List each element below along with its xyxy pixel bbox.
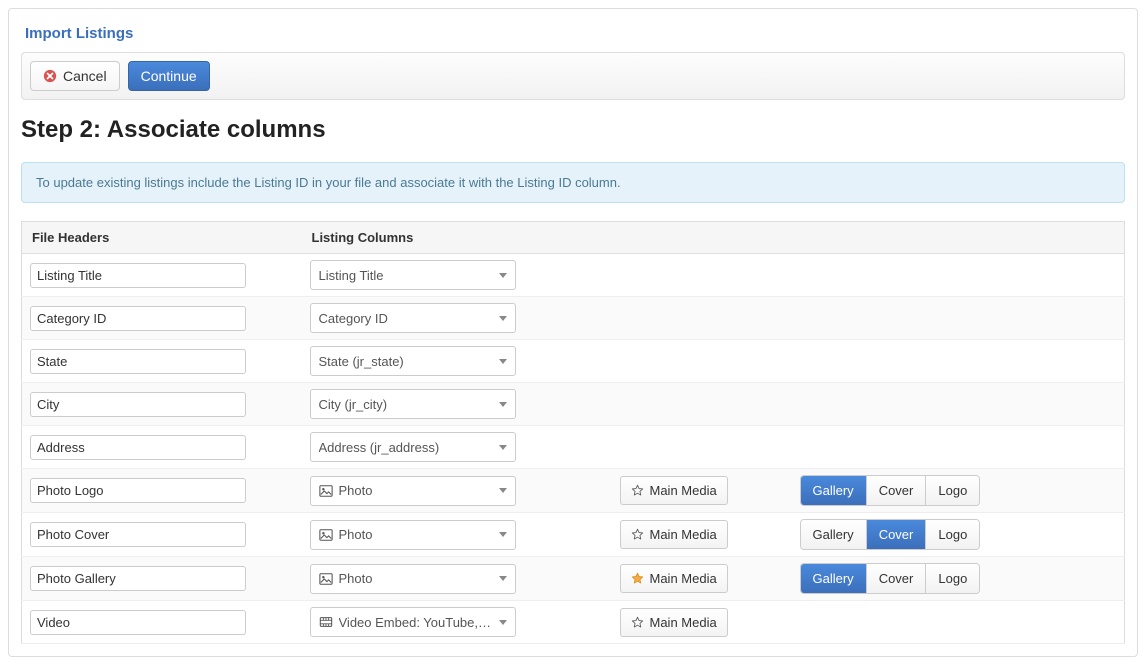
main-media-toggle[interactable]: Main Media (620, 564, 728, 593)
star-icon (631, 484, 644, 497)
media-type-logo[interactable]: Logo (926, 564, 979, 593)
chevron-down-icon (499, 488, 507, 493)
chevron-down-icon (499, 402, 507, 407)
cancel-label: Cancel (63, 68, 107, 84)
image-icon (319, 528, 333, 542)
listing-column-select[interactable]: City (jr_city) (310, 389, 516, 419)
listing-column-label: Photo (339, 571, 493, 586)
listing-column-label: State (jr_state) (319, 354, 493, 369)
listing-column-label: Category ID (319, 311, 493, 326)
table-row: Category ID (22, 297, 1125, 340)
chevron-down-icon (499, 576, 507, 581)
table-row: State (jr_state) (22, 340, 1125, 383)
step-heading: Step 2: Associate columns (21, 116, 1125, 144)
chevron-down-icon (499, 445, 507, 450)
listing-column-label: Address (jr_address) (319, 440, 493, 455)
cancel-button[interactable]: Cancel (30, 61, 120, 91)
file-header-input[interactable] (30, 263, 246, 288)
media-type-logo[interactable]: Logo (926, 476, 979, 505)
main-media-toggle[interactable]: Main Media (620, 608, 728, 637)
media-type-cover[interactable]: Cover (867, 564, 927, 593)
table-row: Photo Main Media GalleryCoverLogo (22, 469, 1125, 513)
star-icon (631, 616, 644, 629)
listing-column-label: Video Embed: YouTube, … (339, 615, 493, 630)
media-type-segment: GalleryCoverLogo (800, 475, 981, 506)
file-header-input[interactable] (30, 392, 246, 417)
chevron-down-icon (499, 532, 507, 537)
listing-column-select[interactable]: Category ID (310, 303, 516, 333)
media-type-segment: GalleryCoverLogo (800, 519, 981, 550)
video-icon (319, 615, 333, 629)
media-type-gallery[interactable]: Gallery (801, 564, 867, 593)
media-type-segment: GalleryCoverLogo (800, 563, 981, 594)
media-type-cover[interactable]: Cover (867, 476, 927, 505)
file-header-input[interactable] (30, 478, 246, 503)
file-header-input[interactable] (30, 306, 246, 331)
chevron-down-icon (499, 620, 507, 625)
table-row: Video Embed: YouTube, … Main Media (22, 601, 1125, 644)
listing-column-label: City (jr_city) (319, 397, 493, 412)
page-title[interactable]: Import Listings (25, 25, 1125, 42)
listing-column-label: Photo (339, 527, 493, 542)
star-icon (631, 528, 644, 541)
table-row: Photo Main Media GalleryCoverLogo (22, 557, 1125, 601)
chevron-down-icon (499, 273, 507, 278)
main-media-label: Main Media (650, 527, 717, 542)
listing-column-select[interactable]: Video Embed: YouTube, … (310, 607, 516, 637)
main-media-label: Main Media (650, 571, 717, 586)
main-media-label: Main Media (650, 615, 717, 630)
table-row: Listing Title (22, 254, 1125, 297)
main-media-toggle[interactable]: Main Media (620, 520, 728, 549)
th-type (792, 222, 1125, 254)
table-row: Photo Main Media GalleryCoverLogo (22, 513, 1125, 557)
media-type-gallery[interactable]: Gallery (801, 476, 867, 505)
main-media-toggle[interactable]: Main Media (620, 476, 728, 505)
file-header-input[interactable] (30, 610, 246, 635)
th-media (612, 222, 792, 254)
th-listing-columns: Listing Columns (302, 222, 612, 254)
star-icon (631, 572, 644, 585)
chevron-down-icon (499, 316, 507, 321)
th-file-headers: File Headers (22, 222, 302, 254)
table-row: Address (jr_address) (22, 426, 1125, 469)
table-row: City (jr_city) (22, 383, 1125, 426)
media-type-gallery[interactable]: Gallery (801, 520, 867, 549)
listing-column-select[interactable]: Address (jr_address) (310, 432, 516, 462)
listing-column-label: Photo (339, 483, 493, 498)
listing-column-select[interactable]: Photo (310, 476, 516, 506)
info-alert: To update existing listings include the … (21, 162, 1125, 203)
listing-column-select[interactable]: Photo (310, 520, 516, 550)
main-media-label: Main Media (650, 483, 717, 498)
listing-column-select[interactable]: State (jr_state) (310, 346, 516, 376)
continue-button[interactable]: Continue (128, 61, 210, 91)
image-icon (319, 572, 333, 586)
media-type-cover[interactable]: Cover (867, 520, 927, 549)
file-header-input[interactable] (30, 566, 246, 591)
media-type-logo[interactable]: Logo (926, 520, 979, 549)
chevron-down-icon (499, 359, 507, 364)
cancel-icon (43, 69, 57, 83)
file-header-input[interactable] (30, 435, 246, 460)
listing-column-select[interactable]: Listing Title (310, 260, 516, 290)
file-header-input[interactable] (30, 349, 246, 374)
continue-label: Continue (141, 68, 197, 84)
listing-column-select[interactable]: Photo (310, 564, 516, 594)
associate-table: File Headers Listing Columns Listing Tit… (21, 221, 1125, 644)
file-header-input[interactable] (30, 522, 246, 547)
toolbar: Cancel Continue (21, 52, 1125, 100)
image-icon (319, 484, 333, 498)
listing-column-label: Listing Title (319, 268, 493, 283)
